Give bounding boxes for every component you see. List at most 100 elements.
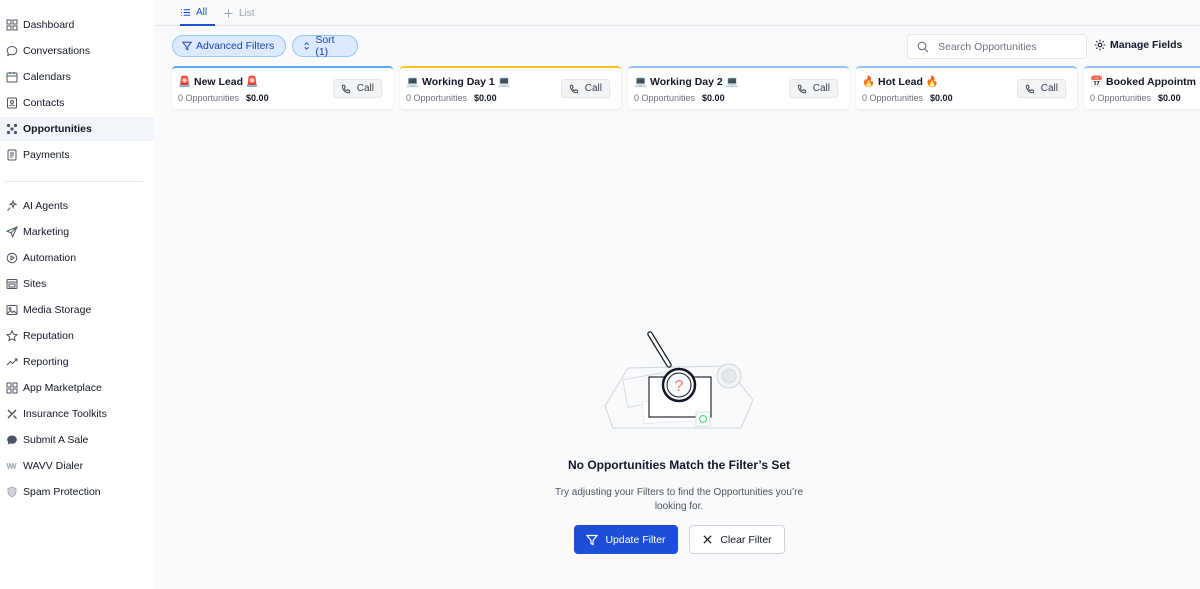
- call-button[interactable]: Call: [788, 79, 838, 98]
- sidebar-item-calendars[interactable]: Calendars: [0, 65, 154, 89]
- empty-state-description: Try adjusting your Filters to find the O…: [554, 487, 804, 512]
- sidebar-divider: [5, 181, 143, 182]
- sidebar-item-sites[interactable]: Sites: [0, 272, 154, 296]
- apps-grid-icon: [5, 382, 18, 395]
- tab-list-label: List: [239, 7, 255, 19]
- contact-card-icon: [5, 97, 18, 110]
- advanced-filters-button[interactable]: Advanced Filters: [172, 35, 286, 57]
- advanced-filters-label: Advanced Filters: [196, 40, 275, 52]
- shield-icon: [5, 486, 18, 499]
- stage-title: 💻 Working Day 2 💻: [634, 76, 739, 88]
- sidebar-item-label: Marketing: [23, 226, 70, 238]
- sidebar-item-label: Sites: [23, 278, 47, 290]
- stage-summary: 0 Opportunities $0.00: [862, 93, 953, 103]
- sidebar-item-automation[interactable]: Automation: [0, 246, 154, 270]
- view-tabs: All List: [154, 0, 1200, 26]
- dashboard-grid-icon: [5, 19, 18, 32]
- sidebar-item-label: Reporting: [23, 356, 69, 368]
- sidebar-item-label: Media Storage: [23, 304, 92, 316]
- stage-card-new-lead: 🚨 New Lead 🚨 0 Opportunities $0.00 Call: [172, 66, 393, 109]
- manage-fields-label: Manage Fields: [1110, 39, 1183, 51]
- tab-all-label: All: [196, 6, 208, 18]
- no-results-illustration: ?: [604, 331, 753, 429]
- sidebar-item-contacts[interactable]: Contacts: [0, 91, 154, 115]
- chat-bubble-icon: [5, 45, 18, 58]
- sort-icon: [304, 42, 309, 50]
- filter-icon: [182, 41, 192, 51]
- search-input[interactable]: [938, 40, 1078, 53]
- clear-filter-label: Clear Filter: [720, 533, 772, 546]
- stage-count: 0 Opportunities: [862, 93, 924, 103]
- stage-summary: 0 Opportunities $0.00: [1090, 93, 1181, 103]
- call-button[interactable]: Call: [332, 79, 382, 98]
- phone-icon: [341, 84, 350, 93]
- close-icon: [703, 535, 712, 544]
- trend-icon: [5, 356, 18, 369]
- stage-card-working-day-1: 💻 Working Day 1 💻 0 Opportunities $0.00 C…: [400, 66, 621, 109]
- stage-value: $0.00: [246, 93, 269, 103]
- sidebar-item-marketing[interactable]: Marketing: [0, 220, 154, 244]
- plus-icon: [224, 8, 233, 18]
- pipeline-icon: [5, 123, 18, 136]
- call-button[interactable]: Call: [560, 79, 610, 98]
- sidebar-item-opportunities[interactable]: Opportunities: [0, 117, 154, 141]
- sidebar-item-label: AI Agents: [23, 200, 68, 212]
- star-icon: [5, 330, 18, 343]
- stage-summary: 0 Opportunities $0.00: [406, 93, 497, 103]
- sidebar-item-spam-protection[interactable]: Spam Protection: [0, 480, 154, 504]
- sidebar-item-conversations[interactable]: Conversations: [0, 39, 154, 63]
- stage-count: 0 Opportunities: [406, 93, 468, 103]
- stage-count: 0 Opportunities: [178, 93, 240, 103]
- sidebar-item-label: Calendars: [23, 71, 71, 83]
- sidebar-item-label: Dashboard: [23, 19, 75, 31]
- gear-icon: [1094, 39, 1106, 51]
- sidebar-item-insurance-toolkits[interactable]: Insurance Toolkits: [0, 402, 154, 426]
- sidebar-item-label: WAVV Dialer: [23, 460, 84, 472]
- list-icon: [180, 8, 191, 16]
- call-label: Call: [812, 83, 830, 94]
- sidebar-item-dashboard[interactable]: Dashboard: [0, 13, 154, 37]
- stage-summary: 0 Opportunities $0.00: [178, 93, 269, 103]
- sidebar-item-label: Contacts: [23, 97, 65, 109]
- tab-add-list[interactable]: List: [223, 0, 255, 26]
- sidebar-item-submit-a-sale[interactable]: Submit A Sale: [0, 428, 154, 452]
- chat-dot-icon: [5, 434, 18, 447]
- tab-all[interactable]: All: [180, 0, 216, 26]
- filter-icon: [586, 534, 599, 545]
- stage-card-working-day-2: 💻 Working Day 2 💻 0 Opportunities $0.00 C…: [628, 66, 849, 109]
- stage-value: $0.00: [930, 93, 953, 103]
- sort-button[interactable]: Sort (1): [292, 34, 358, 58]
- sidebar-item-app-marketplace[interactable]: App Marketplace: [0, 376, 154, 400]
- stage-value: $0.00: [474, 93, 497, 103]
- play-circle-icon: [5, 252, 18, 265]
- stage-value: $0.00: [1158, 93, 1181, 103]
- stage-card-booked-appointment: 📅 Booked Appointm 0 Opportunities $0.00: [1084, 66, 1200, 109]
- clear-filter-button[interactable]: Clear Filter: [689, 525, 785, 554]
- sidebar-item-label: Submit A Sale: [23, 434, 89, 446]
- sidebar-item-reputation[interactable]: Reputation: [0, 324, 154, 348]
- stage-count: 0 Opportunities: [1090, 93, 1152, 103]
- stage-title: 📅 Booked Appointm: [1090, 76, 1197, 88]
- svg-text:?: ?: [675, 378, 684, 395]
- stage-title: 🔥 Hot Lead 🔥: [862, 76, 939, 88]
- sidebar-item-label: Automation: [23, 252, 77, 264]
- sidebar-item-label: Reputation: [23, 330, 74, 342]
- sidebar-item-ai-agents[interactable]: AI Agents: [0, 194, 154, 218]
- search-field[interactable]: [907, 34, 1087, 59]
- sidebar-item-reporting[interactable]: Reporting: [0, 350, 154, 374]
- manage-fields-button[interactable]: Manage Fields: [1094, 39, 1182, 51]
- tools-icon: [5, 408, 18, 421]
- sidebar-item-label: Spam Protection: [23, 486, 101, 498]
- phone-icon: [1025, 84, 1034, 93]
- empty-state-title: No Opportunities Match the Filter’s Set: [567, 458, 791, 472]
- sidebar-item-label: App Marketplace: [23, 382, 102, 394]
- sidebar-item-media-storage[interactable]: Media Storage: [0, 298, 154, 322]
- sidebar-item-wavv-dialer[interactable]: WAVV Dialer: [0, 454, 154, 478]
- search-icon: [917, 41, 929, 52]
- stage-count: 0 Opportunities: [634, 93, 696, 103]
- sidebar-item-payments[interactable]: Payments: [0, 143, 154, 167]
- stage-value: $0.00: [702, 93, 725, 103]
- update-filter-label: Update Filter: [605, 533, 666, 546]
- call-button[interactable]: Call: [1016, 79, 1066, 98]
- update-filter-button[interactable]: Update Filter: [574, 525, 678, 554]
